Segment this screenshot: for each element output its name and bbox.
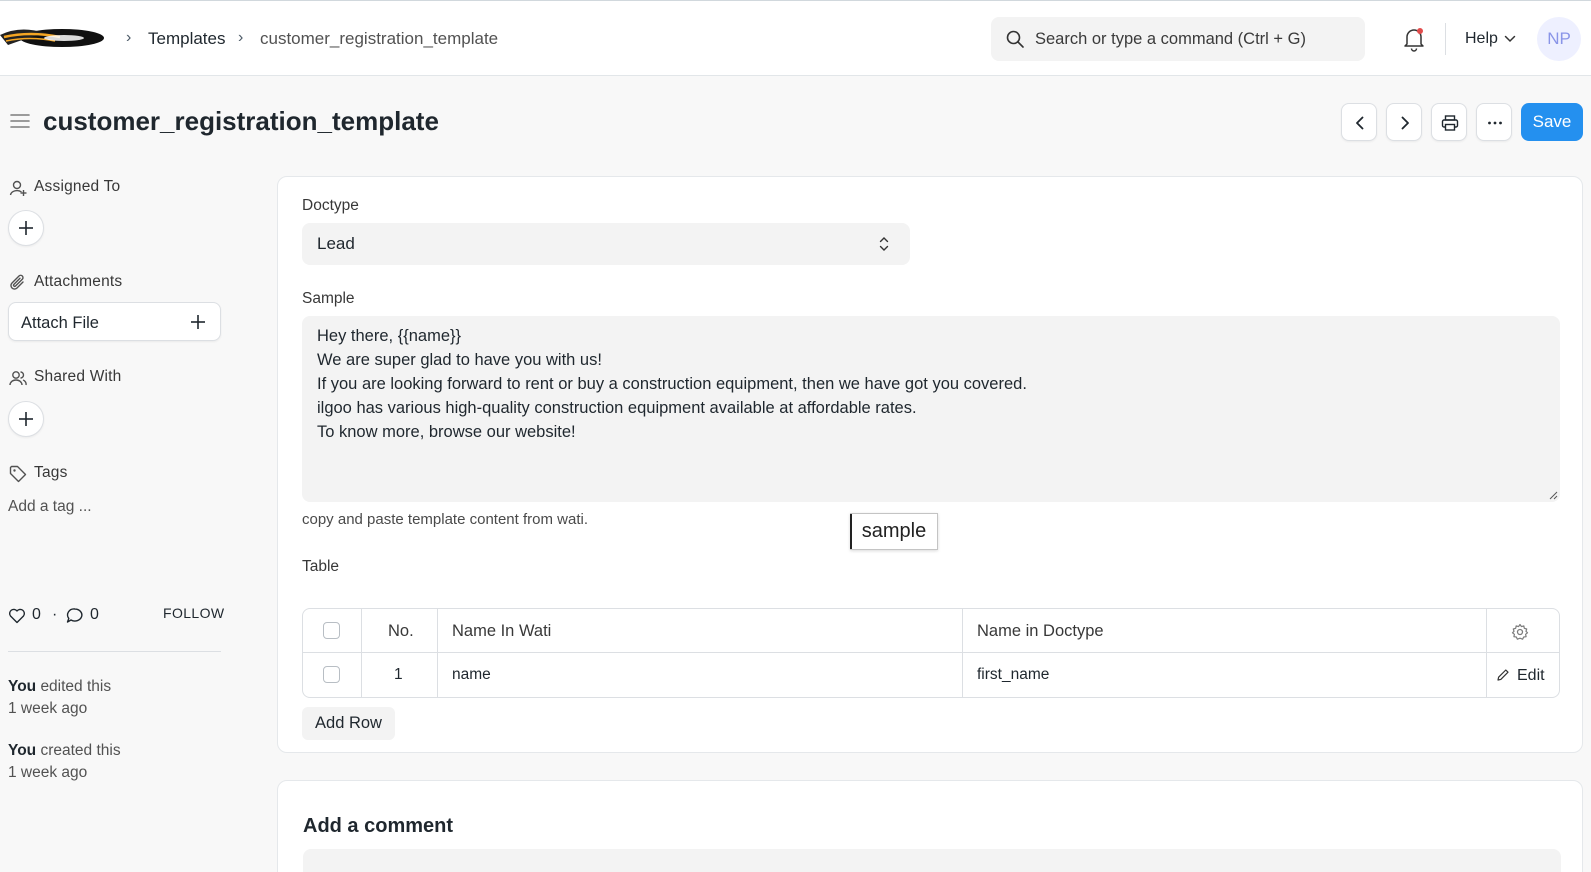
sample-help-text: copy and paste template content from wat… [302,511,588,528]
mapping-table: No. Name In Wati Name in Doctype 1 name … [302,608,1560,698]
page-title: customer_registration_template [43,106,439,136]
follow-button[interactable]: FOLLOW [163,603,225,623]
sidebar-divider [8,651,221,652]
timeline-actor: You [8,678,37,695]
pencil-icon [1497,669,1509,681]
search-icon [1006,30,1024,48]
header-name-in-doctype: Name in Doctype [977,622,1104,640]
comments-count: 0 [90,606,99,623]
ellipsis-icon [1488,121,1502,125]
navbar-divider [1445,23,1446,55]
table-row[interactable]: 1 name first_name Edit [303,653,1559,697]
row-name-in-doctype[interactable]: first_name [977,665,1049,685]
doctype-select[interactable]: Lead [302,223,910,265]
resize-handle-icon[interactable] [1548,490,1558,500]
sample-line: To know more, browse our website! [317,423,576,441]
next-doc-button[interactable] [1386,103,1422,141]
comment-input[interactable] [303,849,1561,872]
assigned-to-label: Assigned To [34,178,121,195]
select-all-checkbox[interactable] [323,622,340,639]
header-no: No. [388,622,414,640]
search-input[interactable]: Search or type a command (Ctrl + G) [1035,28,1306,50]
heart-icon[interactable] [8,607,26,624]
printer-icon [1441,115,1459,131]
comment-icon[interactable] [66,607,84,624]
sidebar-toggle-icon[interactable] [10,112,30,130]
add-share-button[interactable] [8,401,44,437]
timeline-item: You created this 1 week ago [8,740,121,784]
plus-icon [19,221,33,235]
tag-icon [9,465,27,483]
header-name-in-wati: Name In Wati [452,622,552,640]
user-avatar[interactable]: NP [1537,17,1581,61]
row-name-in-wati[interactable]: name [452,665,491,685]
select-arrows-icon [879,237,889,251]
doctype-value: Lead [317,234,355,253]
timeline-item: You edited this 1 week ago [8,676,111,720]
timeline-action: created this [40,742,121,759]
add-assignee-button[interactable] [8,210,44,246]
breadcrumb-current[interactable]: customer_registration_template [260,28,498,50]
doctype-label: Doctype [302,197,359,214]
chevron-down-icon[interactable] [1504,34,1516,44]
dot-separator: · [52,606,58,623]
likes-count: 0 [32,606,41,623]
sample-line: If you are looking forward to rent or bu… [317,375,1027,393]
column-divider [361,609,362,697]
table-header-row: No. Name In Wati Name in Doctype [303,609,1559,653]
user-assign-icon [9,180,27,196]
table-label: Table [302,558,340,575]
sample-label: Sample [302,290,355,307]
sample-line: Hey there, {{name}} [317,327,462,345]
users-icon [9,371,27,386]
previous-doc-button[interactable] [1341,103,1377,141]
gear-icon[interactable] [1511,623,1529,641]
paperclip-icon [10,274,24,290]
add-row-button[interactable]: Add Row [302,707,395,740]
shared-with-label: Shared With [34,368,122,385]
timeline-action: edited this [40,678,112,695]
sample-tooltip: sample [850,513,938,550]
print-button[interactable] [1431,103,1467,141]
help-menu[interactable]: Help [1465,29,1498,49]
breadcrumb-chevron-icon: › [238,29,244,46]
column-divider [962,609,963,697]
timeline-actor: You [8,742,37,759]
column-divider [437,609,438,697]
save-button[interactable]: Save [1521,103,1583,141]
timeline-time: 1 week ago [8,764,88,781]
breadcrumb-chevron-icon: › [126,29,132,46]
sample-textarea[interactable]: Hey there, {{name}} We are super glad to… [302,316,1560,502]
comment-card: Add a comment [277,780,1583,872]
more-actions-button[interactable] [1476,103,1512,141]
row-no: 1 [394,666,403,683]
chevron-right-icon [1401,116,1409,130]
sample-line: We are super glad to have you with us! [317,351,602,369]
attach-file-label: Attach File [21,314,99,332]
add-comment-title: Add a comment [303,815,454,837]
edit-label: Edit [1517,667,1545,684]
add-tag-link[interactable]: Add a tag ... [8,497,92,517]
notification-bell-icon[interactable] [1402,26,1426,52]
column-divider [1486,609,1487,697]
plus-icon [191,315,205,329]
sample-line: ilgoo has various high-quality construct… [317,399,917,417]
breadcrumb-templates[interactable]: Templates [148,28,225,50]
search-bar[interactable]: Search or type a command (Ctrl + G) [991,17,1365,61]
app-logo-icon[interactable] [0,23,104,53]
attachments-label: Attachments [34,273,123,290]
plus-icon [19,412,33,426]
attach-file-button[interactable]: Attach File [8,302,221,341]
timeline-time: 1 week ago [8,700,88,717]
row-checkbox[interactable] [323,666,340,683]
chevron-left-icon [1356,116,1364,130]
tags-label: Tags [34,464,68,481]
navbar: › Templates › customer_registration_temp… [0,0,1591,76]
